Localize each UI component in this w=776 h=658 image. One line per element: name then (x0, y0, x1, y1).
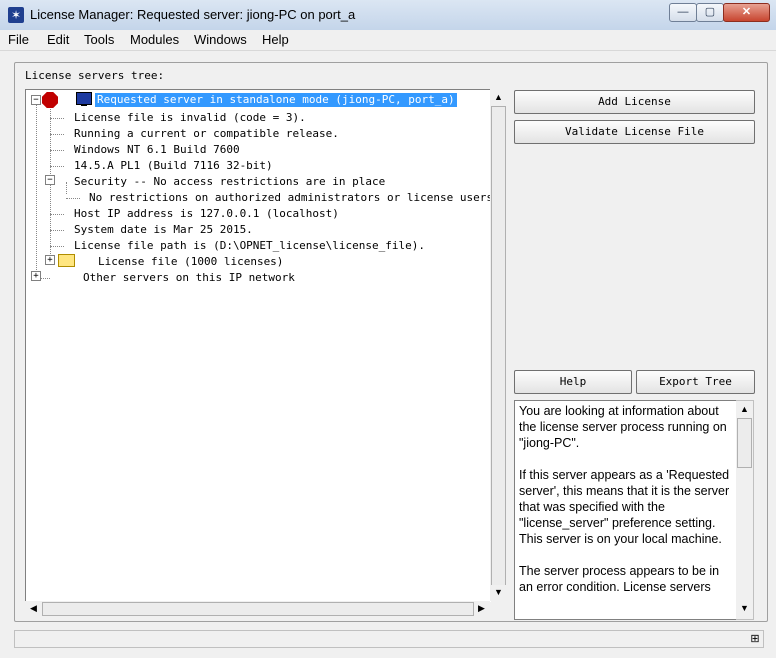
menu-edit[interactable]: Edit (47, 32, 69, 47)
validate-license-file-button[interactable]: Validate License File (514, 120, 755, 144)
tree-item[interactable]: License file is invalid (code = 3). (74, 111, 306, 125)
license-servers-tree[interactable]: − Requested server in standalone mode (j… (25, 89, 491, 602)
tree-item-other-servers[interactable]: Other servers on this IP network (83, 271, 295, 285)
star-icon[interactable]: ✶ (8, 7, 24, 23)
help-scroll-thumb[interactable] (737, 418, 752, 468)
add-license-button[interactable]: Add License (514, 90, 755, 114)
tree-item[interactable]: License file path is (D:\OPNET_license\l… (74, 239, 425, 253)
folder-icon (58, 254, 75, 267)
help-vertical-scrollbar[interactable]: ▲ ▼ (736, 400, 754, 620)
export-tree-button[interactable]: Export Tree (636, 370, 755, 394)
window-title: License Manager: Requested server: jiong… (30, 7, 356, 22)
tree-label: License servers tree: (25, 69, 165, 82)
help-button[interactable]: Help (514, 370, 632, 394)
close-button[interactable]: ✕ (723, 3, 770, 22)
expand-other-servers-toggle[interactable]: + (31, 271, 41, 281)
tree-item-license-file[interactable]: License file (1000 licenses) (98, 255, 283, 269)
scroll-up-icon[interactable]: ▲ (491, 90, 506, 105)
menu-modules[interactable]: Modules (130, 32, 179, 47)
scroll-right-icon[interactable]: ▶ (474, 601, 489, 616)
tree-item[interactable]: System date is Mar 25 2015. (74, 223, 253, 237)
scroll-thumb[interactable] (491, 106, 506, 586)
hscroll-thumb[interactable] (42, 602, 474, 616)
tree-item[interactable]: Running a current or compatible release. (74, 127, 339, 141)
resize-grip-icon[interactable]: ⊞ (748, 632, 762, 646)
scroll-down-icon[interactable]: ▼ (491, 585, 506, 600)
collapse-security-toggle[interactable]: − (45, 175, 55, 185)
menu-tools[interactable]: Tools (84, 32, 114, 47)
minimize-button[interactable]: — (669, 3, 697, 22)
tree-item[interactable]: No restrictions on authorized administra… (89, 191, 491, 205)
status-bar (14, 630, 764, 648)
scroll-up-icon[interactable]: ▲ (737, 402, 752, 417)
tree-item[interactable]: 14.5.A PL1 (Build 7116 32-bit) (74, 159, 273, 173)
menu-file[interactable]: File (8, 32, 29, 47)
error-stop-icon (42, 92, 58, 108)
tree-item[interactable]: Windows NT 6.1 Build 7600 (74, 143, 240, 157)
help-text-area[interactable]: You are looking at information about the… (514, 400, 738, 620)
tree-horizontal-scrollbar[interactable]: ◀ ▶ (25, 601, 490, 617)
menu-bar: File Edit Tools Modules Windows Help (0, 30, 776, 51)
tree-item[interactable]: Host IP address is 127.0.0.1 (localhost) (74, 207, 339, 221)
collapse-root-toggle[interactable]: − (31, 95, 41, 105)
help-text: You are looking at information about the… (519, 404, 730, 594)
scroll-left-icon[interactable]: ◀ (26, 601, 41, 616)
tree-vertical-scrollbar[interactable]: ▲ ▼ (490, 89, 507, 601)
tree-item-security[interactable]: Security -- No access restrictions are i… (74, 175, 385, 189)
title-bar[interactable]: ✶ License Manager: Requested server: jio… (0, 0, 776, 31)
menu-help[interactable]: Help (262, 32, 289, 47)
maximize-button[interactable]: ▢ (696, 3, 724, 22)
scroll-down-icon[interactable]: ▼ (737, 601, 752, 616)
expand-license-file-toggle[interactable]: + (45, 255, 55, 265)
tree-root-node[interactable]: Requested server in standalone mode (jio… (95, 93, 457, 107)
menu-windows[interactable]: Windows (194, 32, 247, 47)
